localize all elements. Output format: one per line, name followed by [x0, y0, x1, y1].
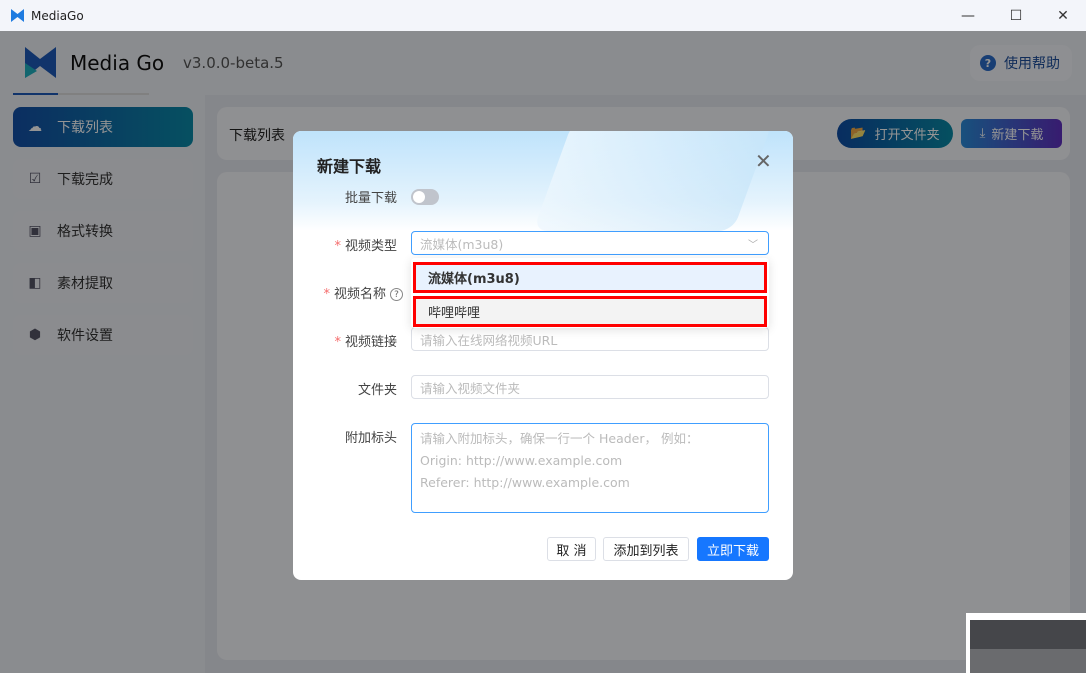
download-now-button[interactable]: 立即下载 — [697, 537, 769, 561]
cancel-button[interactable]: 取 消 — [547, 537, 596, 561]
new-download-dialog: 新建下载 ✕ 批量下载 * 视频类型 流媒体(m3u8) ﹀ * 视频名称? * 视频链… — [293, 131, 793, 580]
maximize-button[interactable]: ☐ — [993, 0, 1039, 31]
video-link-label: * 视频链接 — [334, 335, 397, 350]
option-bilibili[interactable]: 哔哩哔哩 — [413, 296, 767, 327]
title-bar: MediaGo — ☐ ✕ — [0, 0, 1086, 31]
headers-textarea[interactable]: 请输入附加标头，确保一行一个 Header， 例如： Origin: http:… — [411, 423, 769, 513]
headers-label: 附加标头 — [344, 431, 397, 446]
close-window-button[interactable]: ✕ — [1040, 0, 1086, 31]
download-illustration — [532, 131, 774, 231]
video-type-label: * 视频类型 — [334, 239, 397, 254]
batch-download-toggle[interactable] — [411, 189, 439, 205]
screenshot-thumbnail[interactable] — [966, 613, 1086, 673]
help-circle-icon[interactable]: ? — [390, 288, 403, 301]
video-type-value: 流媒体(m3u8) — [420, 236, 504, 252]
app-logo-icon — [11, 9, 24, 22]
option-m3u8[interactable]: 流媒体(m3u8) — [413, 262, 767, 293]
dialog-title: 新建下载 — [317, 157, 382, 176]
window-title: MediaGo — [31, 8, 84, 23]
video-name-label: * 视频名称? — [323, 283, 403, 302]
add-to-list-button[interactable]: 添加到列表 — [603, 537, 689, 561]
video-type-select[interactable]: 流媒体(m3u8) ﹀ — [411, 231, 769, 255]
video-type-dropdown: 流媒体(m3u8) 哔哩哔哩 — [411, 258, 769, 328]
folder-input[interactable]: 请输入视频文件夹 — [411, 375, 769, 399]
chevron-down-icon: ﹀ — [748, 239, 758, 251]
minimize-button[interactable]: — — [945, 0, 991, 31]
video-link-input[interactable]: 请输入在线网络视频URL — [411, 327, 769, 351]
folder-label: 文件夹 — [357, 383, 397, 398]
close-icon[interactable]: ✕ — [755, 149, 772, 173]
batch-label: 批量下载 — [344, 191, 397, 206]
